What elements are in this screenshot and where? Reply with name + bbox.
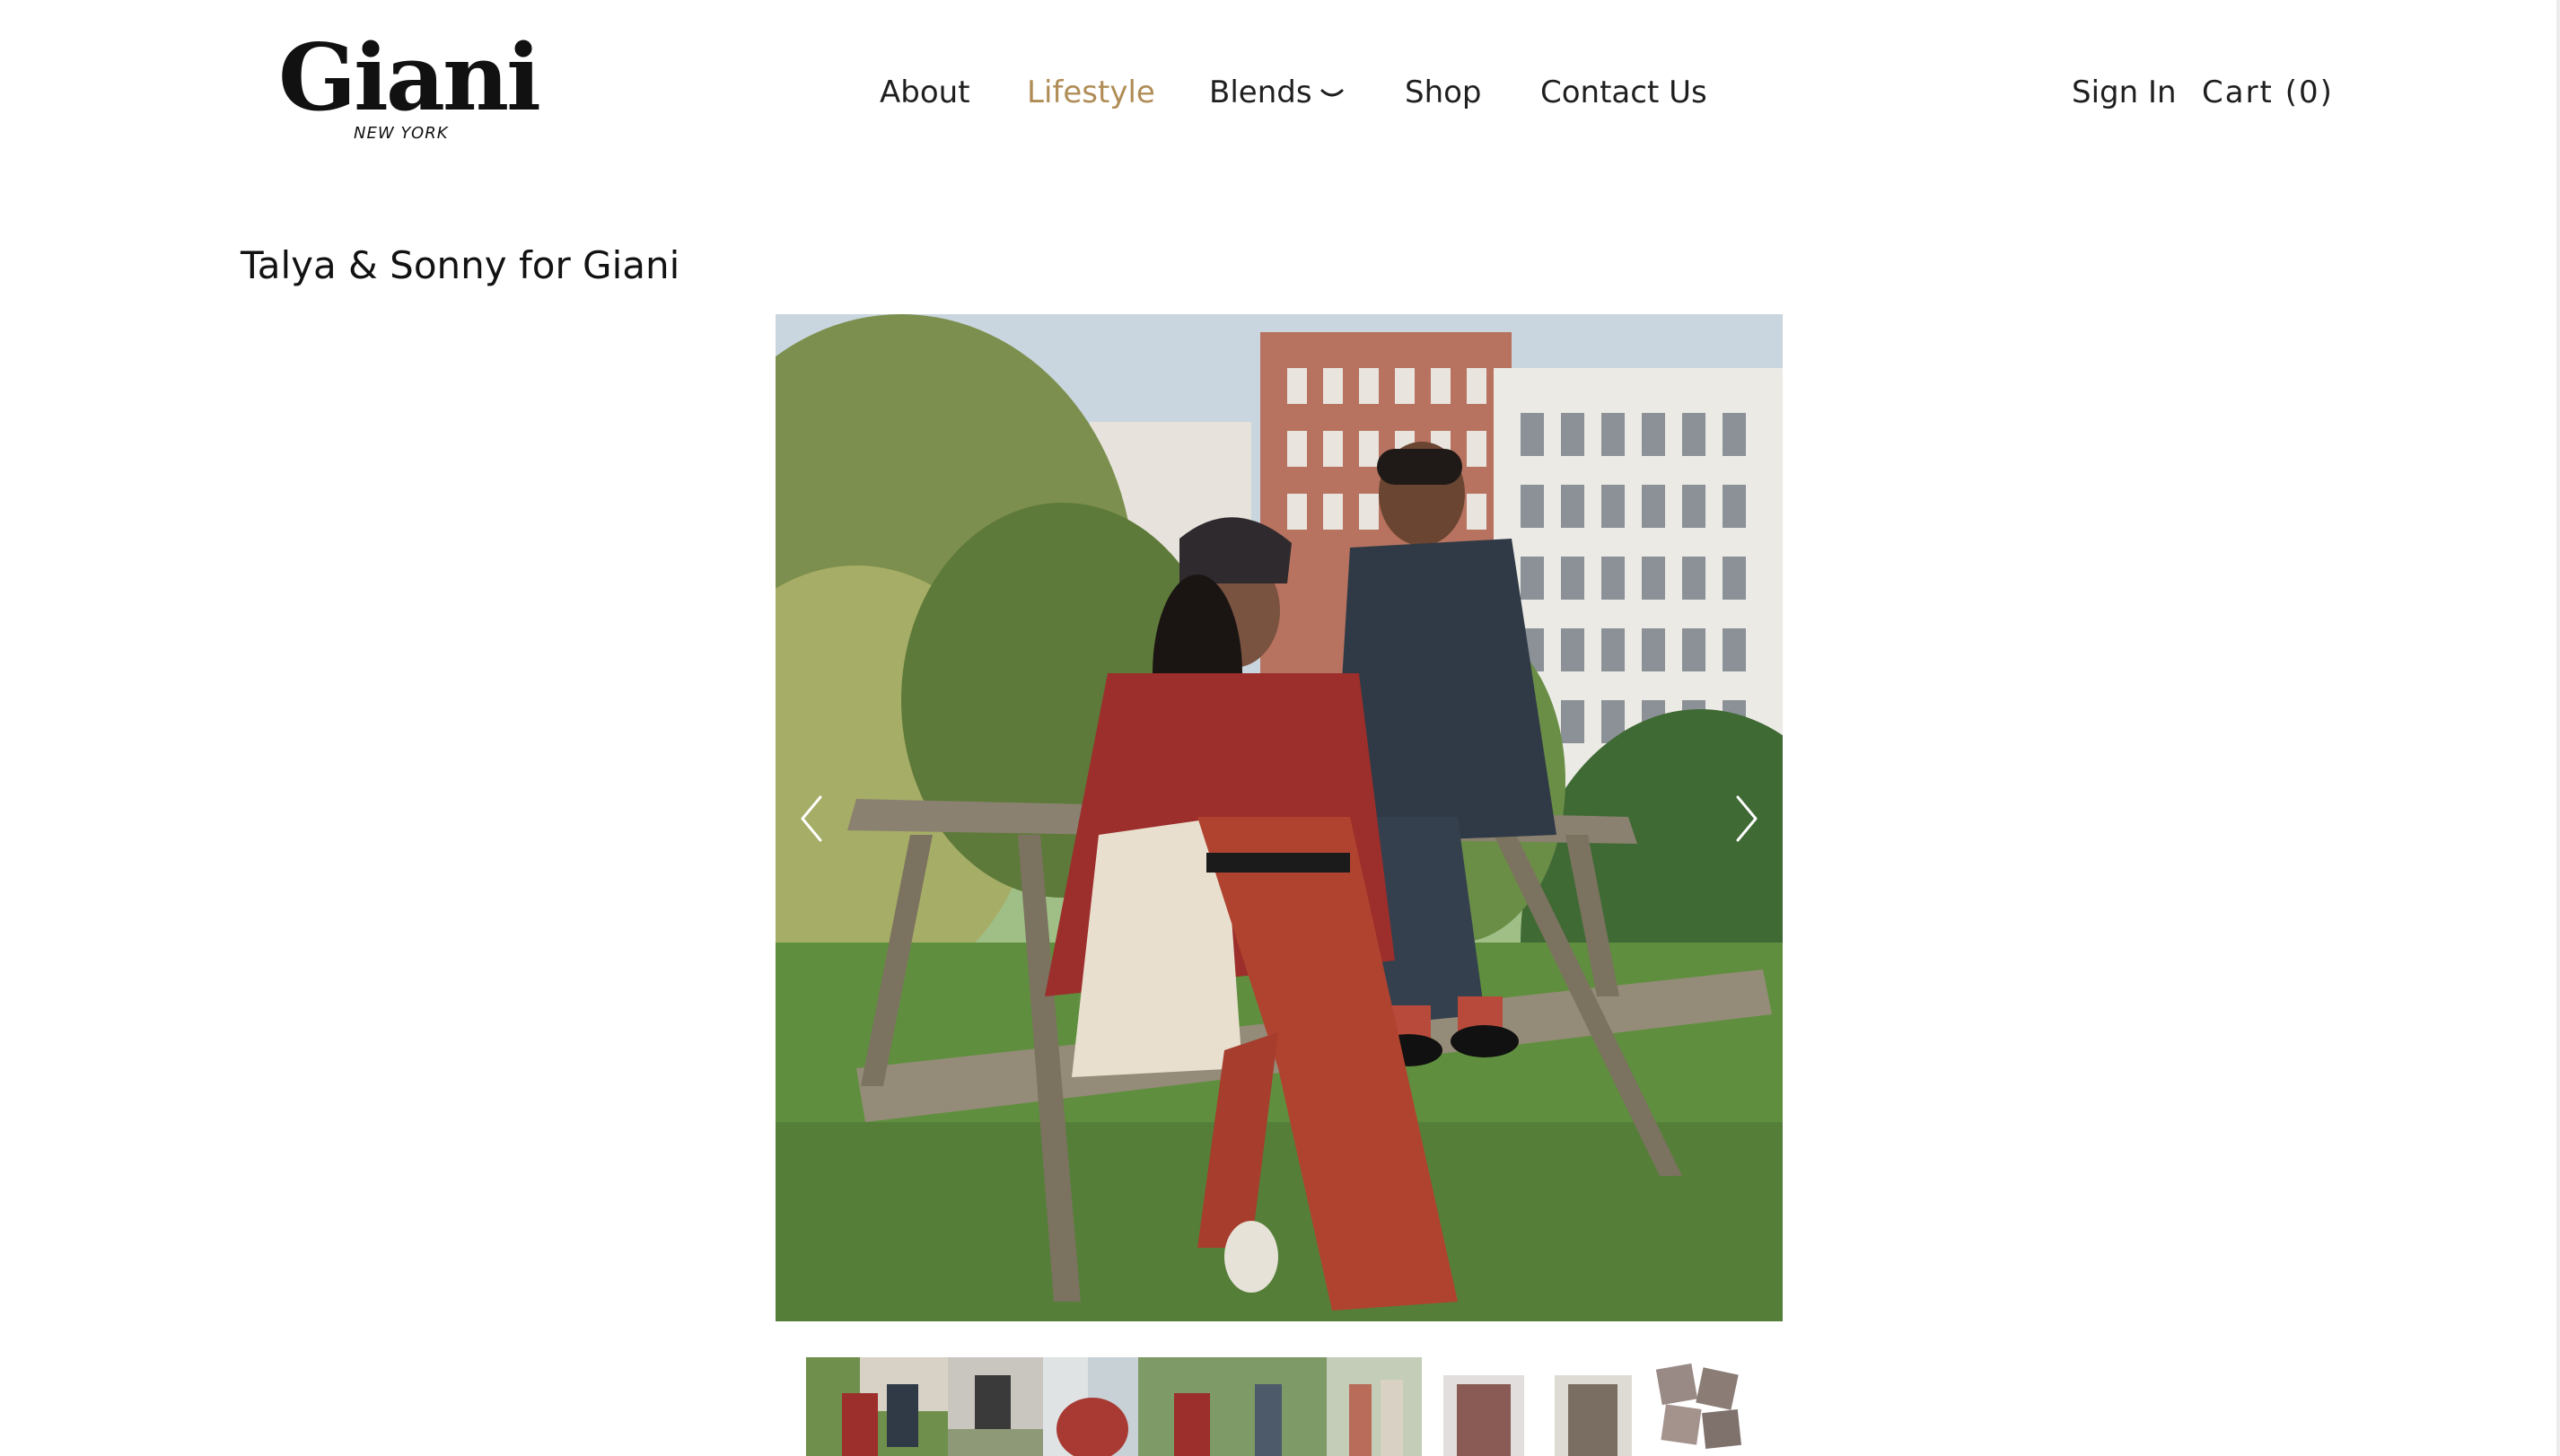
gallery-next-button[interactable] bbox=[1729, 790, 1765, 847]
thumbnail-5[interactable] bbox=[1327, 1357, 1422, 1456]
logo-tagline: NEW YORK bbox=[354, 124, 449, 143]
thumbnail-image bbox=[1546, 1357, 1641, 1456]
thumbnail-image bbox=[1043, 1357, 1138, 1456]
nav-item-blends[interactable]: Blends bbox=[1209, 70, 1345, 115]
thumbnail-image bbox=[1327, 1357, 1422, 1456]
nav-item-shop[interactable]: Shop bbox=[1405, 70, 1482, 115]
thumbnail-3[interactable] bbox=[1043, 1357, 1138, 1456]
scrollbar[interactable] bbox=[2556, 0, 2560, 1456]
nav-item-lifestyle[interactable]: Lifestyle bbox=[1027, 70, 1155, 115]
thumbnail-8[interactable] bbox=[1650, 1357, 1750, 1456]
nav-item-contact-us[interactable]: Contact Us bbox=[1540, 70, 1707, 115]
chevron-right-icon bbox=[1736, 795, 1758, 842]
thumbnail-2[interactable] bbox=[948, 1357, 1043, 1456]
thumbnail-7[interactable] bbox=[1546, 1357, 1641, 1456]
thumbnail-image bbox=[806, 1357, 948, 1456]
main-photo bbox=[776, 314, 1783, 1321]
gallery-main-image[interactable] bbox=[776, 314, 1783, 1321]
thumbnail-image bbox=[948, 1357, 1043, 1456]
thumbnail-6[interactable] bbox=[1434, 1357, 1533, 1456]
thumbnail-image bbox=[1650, 1357, 1750, 1456]
thumbnail-1[interactable] bbox=[806, 1357, 948, 1456]
logo-wordmark: Giani bbox=[278, 24, 541, 132]
thumbnail-strip bbox=[806, 1357, 1750, 1456]
nav-item-about[interactable]: About bbox=[880, 70, 970, 115]
gallery-prev-button[interactable] bbox=[793, 790, 829, 847]
cart-link[interactable]: Cart (0) bbox=[2202, 70, 2334, 115]
thumbnail-image bbox=[1138, 1357, 1327, 1456]
nav-item-blends-label: Blends bbox=[1209, 75, 1312, 110]
page-title: Talya & Sonny for Giani bbox=[241, 243, 680, 287]
thumbnail-4[interactable] bbox=[1138, 1357, 1327, 1456]
chevron-down-icon bbox=[1320, 89, 1344, 96]
logo[interactable]: Giani NEW YORK bbox=[278, 32, 541, 153]
chevron-left-icon bbox=[801, 795, 822, 842]
thumbnail-image bbox=[1434, 1357, 1533, 1456]
sign-in-link[interactable]: Sign In bbox=[2072, 70, 2177, 115]
